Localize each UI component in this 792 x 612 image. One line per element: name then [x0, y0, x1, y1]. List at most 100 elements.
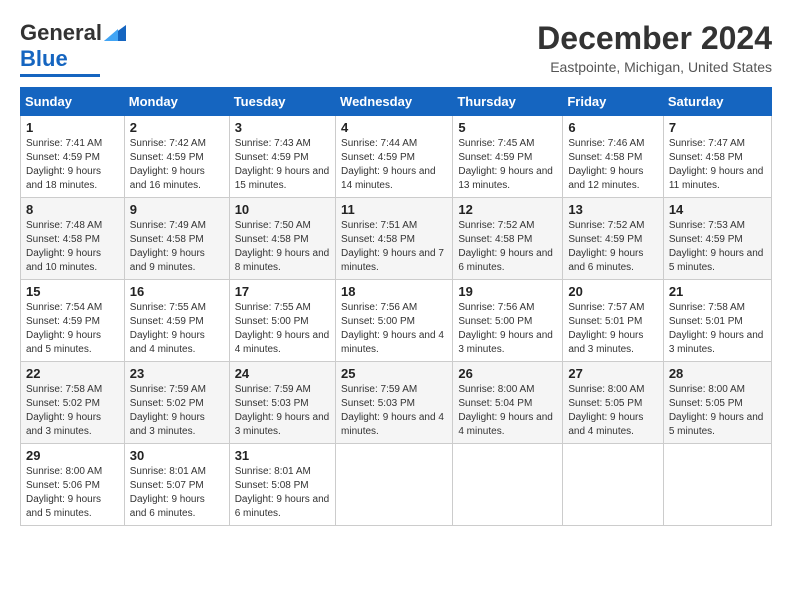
day-number: 4 [341, 120, 447, 135]
day-info: Sunrise: 7:59 AM Sunset: 5:02 PM Dayligh… [130, 383, 224, 439]
logo-text-general: General [20, 20, 102, 46]
calendar-cell: 5 Sunrise: 7:45 AM Sunset: 4:59 PM Dayli… [453, 116, 563, 198]
calendar-cell: 15 Sunrise: 7:54 AM Sunset: 4:59 PM Dayl… [21, 280, 125, 362]
day-info: Sunrise: 7:43 AM Sunset: 4:59 PM Dayligh… [235, 137, 330, 193]
calendar-cell: 18 Sunrise: 7:56 AM Sunset: 5:00 PM Dayl… [336, 280, 453, 362]
calendar-cell: 21 Sunrise: 7:58 AM Sunset: 5:01 PM Dayl… [663, 280, 771, 362]
day-number: 26 [458, 366, 557, 381]
calendar-cell: 23 Sunrise: 7:59 AM Sunset: 5:02 PM Dayl… [124, 362, 229, 444]
day-info: Sunrise: 7:42 AM Sunset: 4:59 PM Dayligh… [130, 137, 224, 193]
day-info: Sunrise: 7:44 AM Sunset: 4:59 PM Dayligh… [341, 137, 447, 193]
day-number: 27 [568, 366, 657, 381]
day-info: Sunrise: 7:46 AM Sunset: 4:58 PM Dayligh… [568, 137, 657, 193]
day-info: Sunrise: 8:00 AM Sunset: 5:05 PM Dayligh… [669, 383, 766, 439]
calendar-week-row: 22 Sunrise: 7:58 AM Sunset: 5:02 PM Dayl… [21, 362, 772, 444]
location-title: Eastpointe, Michigan, United States [537, 59, 772, 75]
calendar-cell: 1 Sunrise: 7:41 AM Sunset: 4:59 PM Dayli… [21, 116, 125, 198]
day-number: 20 [568, 284, 657, 299]
calendar-cell: 6 Sunrise: 7:46 AM Sunset: 4:58 PM Dayli… [563, 116, 663, 198]
day-info: Sunrise: 8:00 AM Sunset: 5:05 PM Dayligh… [568, 383, 657, 439]
day-number: 5 [458, 120, 557, 135]
calendar-body: 1 Sunrise: 7:41 AM Sunset: 4:59 PM Dayli… [21, 116, 772, 526]
logo-icon [104, 25, 126, 41]
calendar-cell: 25 Sunrise: 7:59 AM Sunset: 5:03 PM Dayl… [336, 362, 453, 444]
calendar-cell: 12 Sunrise: 7:52 AM Sunset: 4:58 PM Dayl… [453, 198, 563, 280]
calendar-cell: 28 Sunrise: 8:00 AM Sunset: 5:05 PM Dayl… [663, 362, 771, 444]
calendar-week-row: 8 Sunrise: 7:48 AM Sunset: 4:58 PM Dayli… [21, 198, 772, 280]
day-info: Sunrise: 8:00 AM Sunset: 5:06 PM Dayligh… [26, 465, 119, 521]
day-info: Sunrise: 7:48 AM Sunset: 4:58 PM Dayligh… [26, 219, 119, 275]
day-number: 29 [26, 448, 119, 463]
calendar-cell: 31 Sunrise: 8:01 AM Sunset: 5:08 PM Dayl… [229, 444, 335, 526]
day-number: 11 [341, 202, 447, 217]
day-info: Sunrise: 7:58 AM Sunset: 5:01 PM Dayligh… [669, 301, 766, 357]
day-number: 24 [235, 366, 330, 381]
calendar-cell: 2 Sunrise: 7:42 AM Sunset: 4:59 PM Dayli… [124, 116, 229, 198]
calendar-cell: 7 Sunrise: 7:47 AM Sunset: 4:58 PM Dayli… [663, 116, 771, 198]
calendar-cell: 8 Sunrise: 7:48 AM Sunset: 4:58 PM Dayli… [21, 198, 125, 280]
calendar-cell: 29 Sunrise: 8:00 AM Sunset: 5:06 PM Dayl… [21, 444, 125, 526]
day-number: 13 [568, 202, 657, 217]
header-day-saturday: Saturday [663, 88, 771, 116]
day-number: 21 [669, 284, 766, 299]
day-number: 28 [669, 366, 766, 381]
header-day-tuesday: Tuesday [229, 88, 335, 116]
calendar-cell: 10 Sunrise: 7:50 AM Sunset: 4:58 PM Dayl… [229, 198, 335, 280]
header-day-wednesday: Wednesday [336, 88, 453, 116]
day-info: Sunrise: 7:41 AM Sunset: 4:59 PM Dayligh… [26, 137, 119, 193]
day-number: 2 [130, 120, 224, 135]
day-number: 15 [26, 284, 119, 299]
calendar-week-row: 1 Sunrise: 7:41 AM Sunset: 4:59 PM Dayli… [21, 116, 772, 198]
day-number: 22 [26, 366, 119, 381]
calendar-cell: 30 Sunrise: 8:01 AM Sunset: 5:07 PM Dayl… [124, 444, 229, 526]
day-info: Sunrise: 7:52 AM Sunset: 4:59 PM Dayligh… [568, 219, 657, 275]
day-info: Sunrise: 8:01 AM Sunset: 5:08 PM Dayligh… [235, 465, 330, 521]
header-day-sunday: Sunday [21, 88, 125, 116]
day-number: 23 [130, 366, 224, 381]
calendar-cell: 17 Sunrise: 7:55 AM Sunset: 5:00 PM Dayl… [229, 280, 335, 362]
day-number: 8 [26, 202, 119, 217]
calendar-week-row: 15 Sunrise: 7:54 AM Sunset: 4:59 PM Dayl… [21, 280, 772, 362]
day-info: Sunrise: 8:01 AM Sunset: 5:07 PM Dayligh… [130, 465, 224, 521]
day-number: 6 [568, 120, 657, 135]
day-number: 1 [26, 120, 119, 135]
day-number: 3 [235, 120, 330, 135]
day-info: Sunrise: 7:56 AM Sunset: 5:00 PM Dayligh… [458, 301, 557, 357]
day-info: Sunrise: 7:45 AM Sunset: 4:59 PM Dayligh… [458, 137, 557, 193]
calendar-cell: 11 Sunrise: 7:51 AM Sunset: 4:58 PM Dayl… [336, 198, 453, 280]
calendar-cell: 14 Sunrise: 7:53 AM Sunset: 4:59 PM Dayl… [663, 198, 771, 280]
calendar-cell: 26 Sunrise: 8:00 AM Sunset: 5:04 PM Dayl… [453, 362, 563, 444]
day-number: 31 [235, 448, 330, 463]
calendar-cell: 13 Sunrise: 7:52 AM Sunset: 4:59 PM Dayl… [563, 198, 663, 280]
month-title: December 2024 [537, 20, 772, 57]
calendar-cell [563, 444, 663, 526]
calendar-cell: 20 Sunrise: 7:57 AM Sunset: 5:01 PM Dayl… [563, 280, 663, 362]
day-info: Sunrise: 7:57 AM Sunset: 5:01 PM Dayligh… [568, 301, 657, 357]
day-info: Sunrise: 7:50 AM Sunset: 4:58 PM Dayligh… [235, 219, 330, 275]
day-info: Sunrise: 7:55 AM Sunset: 5:00 PM Dayligh… [235, 301, 330, 357]
header-day-thursday: Thursday [453, 88, 563, 116]
day-info: Sunrise: 8:00 AM Sunset: 5:04 PM Dayligh… [458, 383, 557, 439]
calendar-cell: 19 Sunrise: 7:56 AM Sunset: 5:00 PM Dayl… [453, 280, 563, 362]
calendar-cell: 27 Sunrise: 8:00 AM Sunset: 5:05 PM Dayl… [563, 362, 663, 444]
calendar-cell: 3 Sunrise: 7:43 AM Sunset: 4:59 PM Dayli… [229, 116, 335, 198]
day-number: 19 [458, 284, 557, 299]
day-number: 25 [341, 366, 447, 381]
day-info: Sunrise: 7:53 AM Sunset: 4:59 PM Dayligh… [669, 219, 766, 275]
day-number: 7 [669, 120, 766, 135]
day-info: Sunrise: 7:49 AM Sunset: 4:58 PM Dayligh… [130, 219, 224, 275]
day-number: 9 [130, 202, 224, 217]
day-number: 12 [458, 202, 557, 217]
logo: General Blue [20, 20, 126, 77]
day-number: 30 [130, 448, 224, 463]
day-number: 14 [669, 202, 766, 217]
title-area: December 2024 Eastpointe, Michigan, Unit… [537, 20, 772, 75]
logo-text-blue: Blue [20, 46, 68, 72]
day-info: Sunrise: 7:47 AM Sunset: 4:58 PM Dayligh… [669, 137, 766, 193]
calendar-cell [336, 444, 453, 526]
day-info: Sunrise: 7:52 AM Sunset: 4:58 PM Dayligh… [458, 219, 557, 275]
logo-line [20, 74, 100, 77]
calendar-cell [453, 444, 563, 526]
calendar-cell [663, 444, 771, 526]
day-number: 18 [341, 284, 447, 299]
